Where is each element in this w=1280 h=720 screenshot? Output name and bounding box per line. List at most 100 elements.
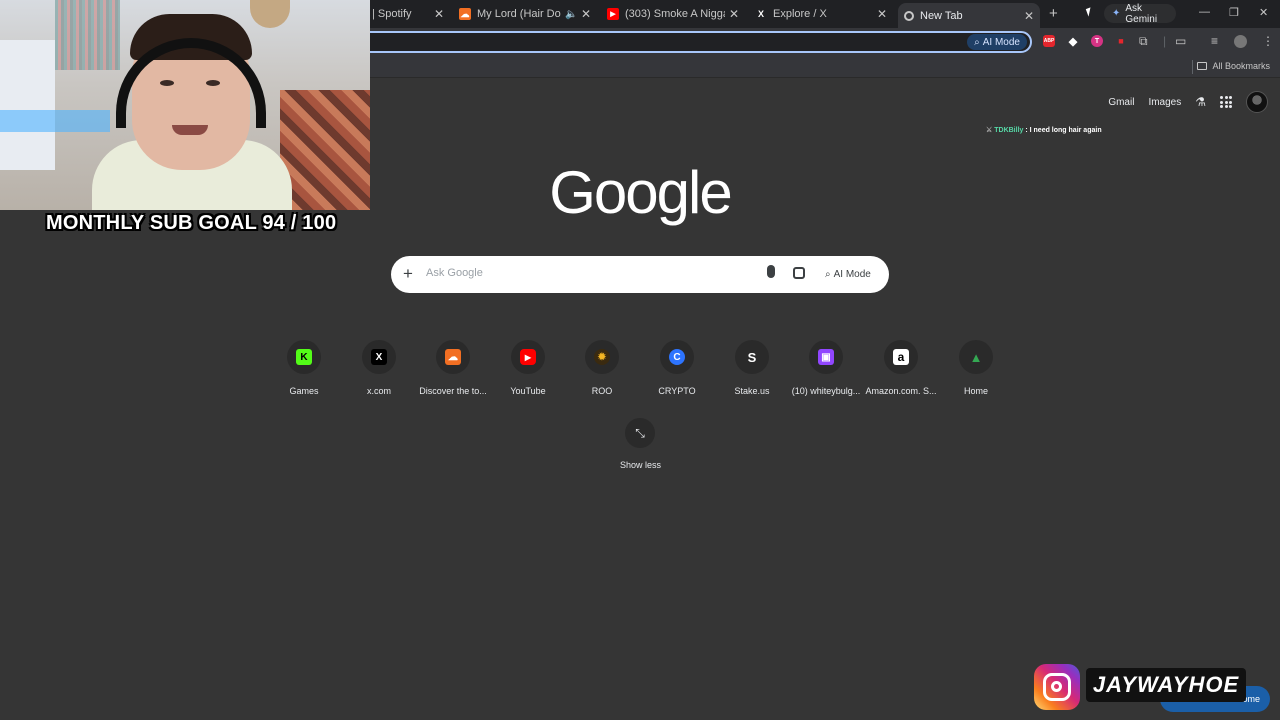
pink-extension-icon[interactable]: T [1091,35,1103,47]
close-icon[interactable]: ✕ [877,7,887,21]
show-less-button[interactable]: ⤡ Show less [620,418,662,470]
search-ai-mode-label: AI Mode [833,269,871,280]
shortcut-twitch[interactable]: ▣ (10) whiteybulg... [788,340,864,396]
shortcut-youtube[interactable]: ▶ YouTube [490,340,566,396]
mouse-cursor [1085,7,1094,17]
ntp-top-links: Gmail Images ⚗ [1108,91,1268,113]
close-icon[interactable]: ✕ [1024,9,1034,23]
shortcut-home[interactable]: ▲ Home [938,340,1014,396]
media-controls-icon[interactable]: ≡ [1211,34,1218,48]
omnibox-ai-mode-button[interactable]: ⌕ AI Mode [967,34,1027,50]
all-bookmarks-button[interactable]: All Bookmarks [1197,61,1270,71]
bookmarks-divider [1192,60,1193,74]
close-icon[interactable]: ✕ [729,7,739,21]
folder-icon [1197,62,1208,70]
tab-title: My Lord (Hair Done) by [477,8,561,20]
shortcut-label: CRYPTO [658,386,696,396]
shortcut-tile: C [660,340,694,374]
shortcuts-grid: K Games X x.com ☁ Discover the to... ▶ Y… [266,340,1016,400]
minimize-icon[interactable]: — [1199,6,1210,18]
close-icon[interactable]: ✕ [434,7,444,21]
google-apps-icon[interactable] [1220,96,1232,108]
address-bar[interactable]: ⌕ AI Mode [300,31,1032,53]
images-link[interactable]: Images [1148,97,1181,108]
profile-avatar-icon[interactable] [1234,35,1247,48]
kebab-menu-icon[interactable]: ⋮ [1262,34,1274,48]
tab-x[interactable]: X Explore / X ✕ [755,4,887,24]
search-box[interactable]: + Ask Google ⌕ AI Mode [391,256,889,293]
kick-icon: K [296,349,312,365]
webcam-window [0,40,55,170]
stream-chat-message: ⚔ TDKBilly : I need long hair again [986,126,1102,134]
ai-search-icon: ⌕ [825,269,831,280]
search-ai-mode-button[interactable]: ⌕ AI Mode [819,265,877,284]
shortcut-roo[interactable]: ✹ ROO [564,340,640,396]
show-less-label: Show less [620,460,662,470]
ask-gemini-label: Ask Gemini [1125,2,1158,25]
close-icon[interactable]: ✕ [581,7,591,21]
labs-flask-icon[interactable]: ⚗ [1195,95,1206,109]
shortcut-label: ROO [591,386,613,396]
tab-new-tab[interactable]: New Tab ✕ [898,3,1040,28]
abp-extension-icon[interactable]: ABP [1043,35,1055,47]
shortcut-crypto[interactable]: C CRYPTO [639,340,715,396]
speaker-icon[interactable]: 🔈 [565,9,577,20]
collapse-icon: ⤡ [625,418,655,448]
ai-search-icon: ⌕ [974,36,980,48]
google-logo: Google [549,159,732,226]
shortcut-tile: K [287,340,321,374]
shortcut-tile: X [362,340,396,374]
chrome-icon [904,10,914,21]
search-input[interactable]: Ask Google [426,267,483,279]
window-close-icon[interactable]: ✕ [1259,6,1268,19]
gemini-sparkle-icon: ✦ [1112,8,1121,19]
sub-goal-overlay: MONTHLY SUB GOAL 94 / 100 [46,212,337,234]
twitch-icon: ▣ [818,349,834,365]
amazon-icon: a [893,349,909,365]
screen: | Spotify ✕ ☁ My Lord (Hair Done) by 🔈 ✕… [0,0,1280,720]
shortcut-label: (10) whiteybulg... [791,386,861,396]
account-avatar[interactable] [1246,91,1268,113]
shortcut-tile: ☁ [436,340,470,374]
shortcut-amazon[interactable]: a Amazon.com. S... [863,340,939,396]
shortcut-label: Discover the to... [419,386,487,396]
red-extension-icon[interactable]: ■ [1115,35,1127,47]
side-panel-icon[interactable]: ▭ [1175,34,1186,48]
shortcut-tile: ▶ [511,340,545,374]
tab-soundcloud[interactable]: ☁ My Lord (Hair Done) by 🔈 ✕ [459,4,591,24]
restore-icon[interactable]: ❐ [1229,6,1239,19]
extensions-puzzle-icon[interactable]: ⧉ [1139,34,1148,49]
tab-title: Explore / X [773,8,827,20]
google-lens-icon[interactable] [793,267,805,279]
shortcut-tile: ▲ [959,340,993,374]
shortcut-games[interactable]: K Games [266,340,342,396]
shortcut-stake[interactable]: S Stake.us [714,340,790,396]
tab-youtube[interactable]: ▶ (303) Smoke A Nigga (Explic ✕ [607,4,739,24]
streamer [92,14,292,210]
shortcut-soundcloud[interactable]: ☁ Discover the to... [415,340,491,396]
gmail-link[interactable]: Gmail [1108,97,1134,108]
omnibox-ai-mode-label: AI Mode [982,36,1020,48]
microphone-icon[interactable] [767,265,775,278]
tab-title: (303) Smoke A Nigga (Explic [625,8,725,20]
shortcut-label: Amazon.com. S... [865,386,937,396]
shortcut-tile: a [884,340,918,374]
shortcut-x[interactable]: X x.com [341,340,417,396]
add-attachment-icon[interactable]: + [403,264,413,284]
soundcloud-icon: ☁ [445,349,461,365]
webcam-overlay [0,0,370,210]
youtube-icon: ▶ [520,349,536,365]
new-tab-button[interactable]: + [1049,5,1058,22]
shortcut-label: Games [289,386,319,396]
chat-text: : I need long hair again [1025,127,1102,134]
chat-username: TDKBilly [994,127,1024,134]
x-icon: X [757,9,764,19]
webcam-blanket [280,90,370,210]
tab-spotify[interactable]: | Spotify ✕ [372,4,444,24]
diamond-extension-icon[interactable]: ◆ [1067,35,1079,48]
shortcut-label: Stake.us [734,386,770,396]
chat-badge-icon: ⚔ [986,127,993,134]
ask-gemini-button[interactable]: ✦ Ask Gemini [1104,2,1176,25]
shortcut-label: YouTube [510,386,546,396]
x-icon: X [371,349,387,365]
